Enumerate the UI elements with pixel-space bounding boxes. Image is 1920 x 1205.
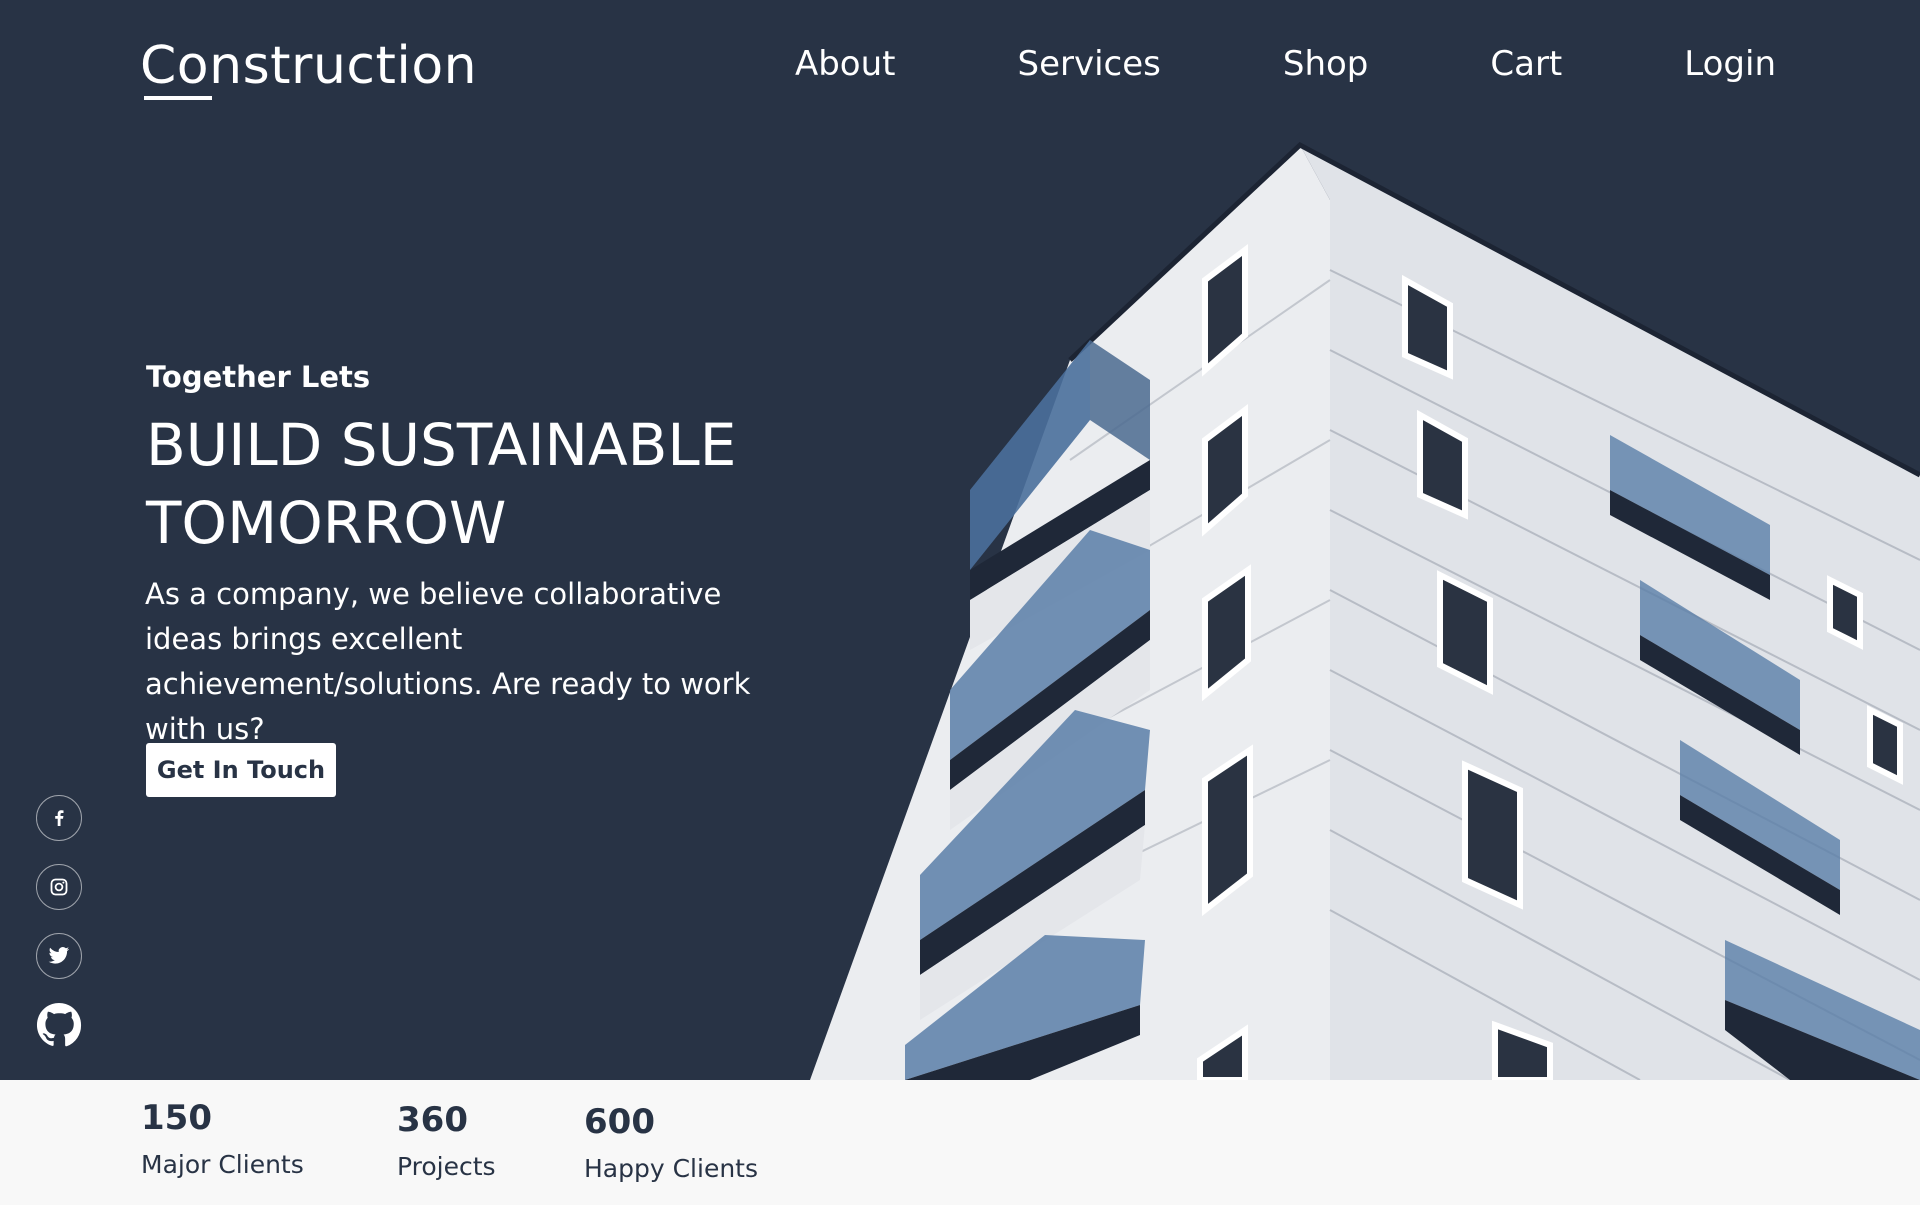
facebook-link[interactable] [36, 795, 82, 841]
nav-link-login[interactable]: Login [1684, 44, 1776, 84]
stat-label: Happy Clients [584, 1154, 758, 1183]
facebook-icon [55, 810, 64, 826]
stat-happy-clients: 600 Happy Clients [584, 1102, 758, 1183]
hero-description: As a company, we believe collaborative i… [145, 577, 751, 746]
twitter-link[interactable] [36, 933, 82, 979]
site-logo[interactable]: Construction [140, 36, 477, 96]
stat-label: Major Clients [141, 1150, 304, 1179]
stat-value: 150 [141, 1098, 212, 1138]
instagram-icon [50, 878, 68, 896]
github-link[interactable] [36, 1002, 82, 1048]
hero-eyebrow: Together Lets [146, 360, 371, 394]
main-nav: About Services Shop Cart Login [673, 44, 1776, 84]
stat-value: 600 [584, 1102, 655, 1142]
nav-link-cart[interactable]: Cart [1490, 44, 1562, 84]
stat-label: Projects [397, 1152, 496, 1181]
instagram-link[interactable] [36, 864, 82, 910]
logo-underline [144, 96, 212, 100]
stat-value: 360 [397, 1100, 468, 1140]
twitter-icon [48, 947, 70, 964]
nav-link-about[interactable]: About [795, 44, 896, 84]
get-in-touch-button[interactable]: Get In Touch [146, 743, 336, 797]
hero-headline-line-1: BUILD SUSTAINABLE [146, 411, 737, 479]
stat-projects: 360 Projects [397, 1100, 496, 1181]
nav-link-services[interactable]: Services [1017, 44, 1160, 84]
hero-headline: BUILD SUSTAINABLE TOMORROW [146, 406, 786, 562]
hero-headline-line-2: TOMORROW [146, 489, 507, 557]
hero-section: Construction About Services Shop Cart Lo… [0, 0, 1920, 1080]
github-icon [36, 1002, 82, 1047]
hero-building-image [810, 141, 1920, 1080]
stat-major-clients: 150 Major Clients [141, 1098, 304, 1179]
nav-link-shop[interactable]: Shop [1283, 44, 1369, 84]
